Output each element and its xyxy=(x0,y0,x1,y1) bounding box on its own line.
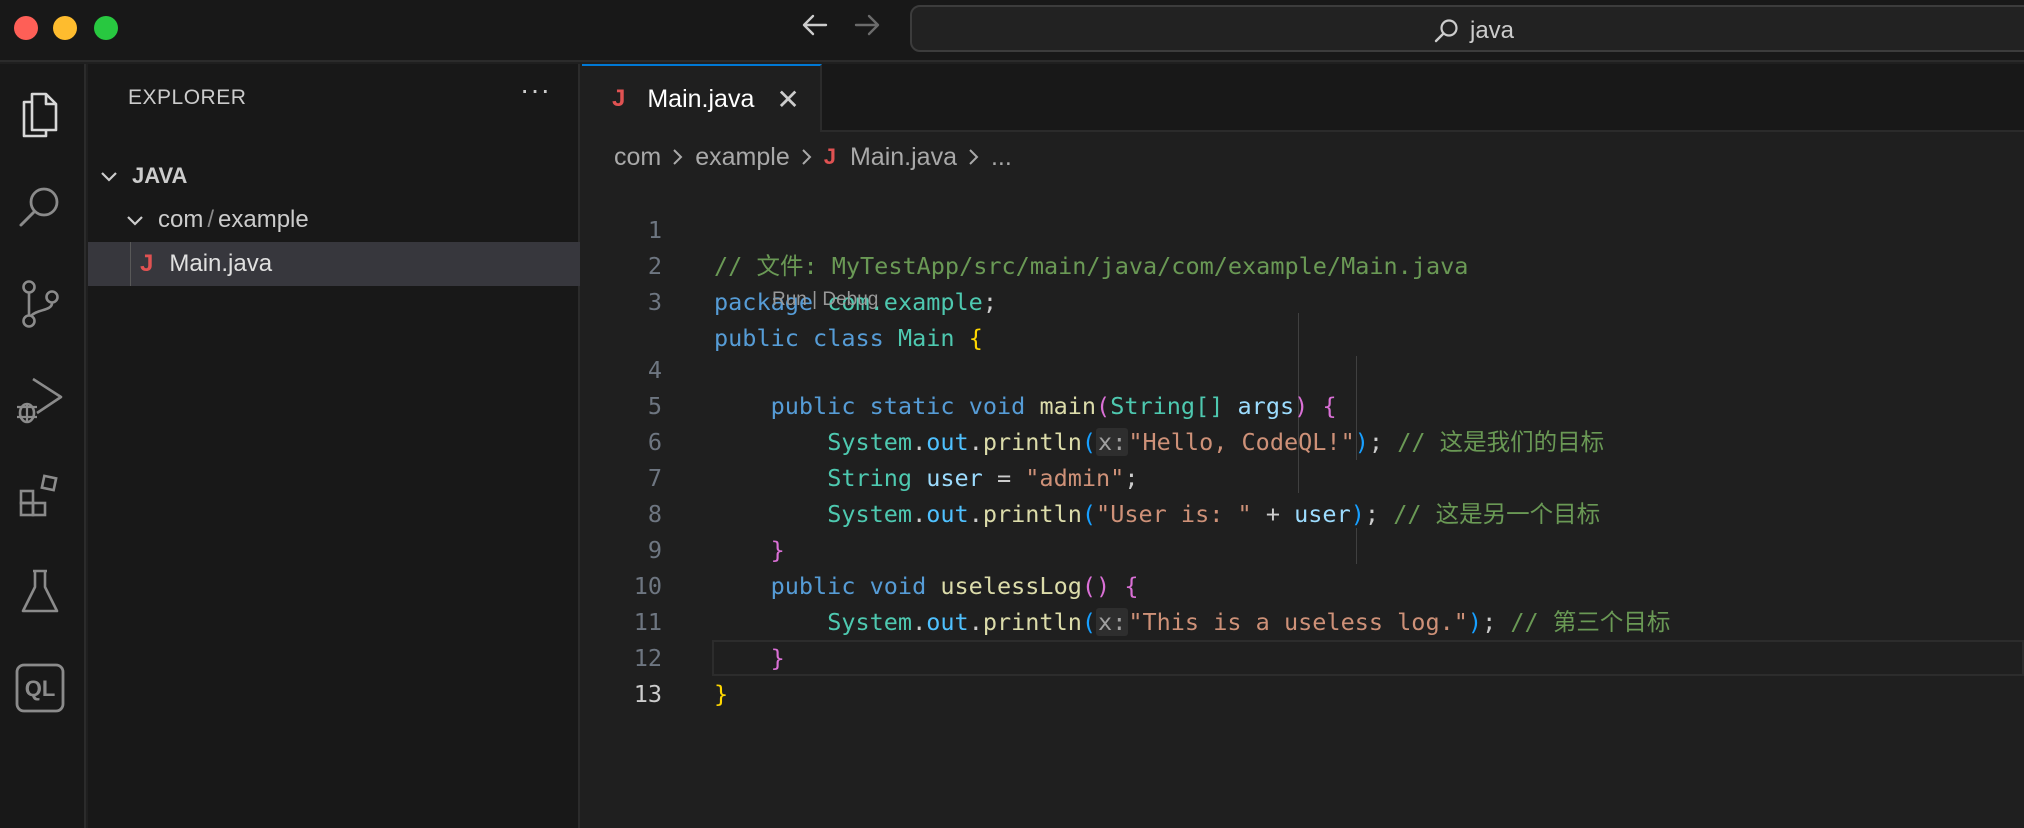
file-label: Main.java xyxy=(169,250,273,277)
activity-explorer[interactable] xyxy=(12,84,68,140)
tree-folder-com-example[interactable]: com / example xyxy=(88,198,580,242)
files-icon xyxy=(22,92,58,138)
flask-icon xyxy=(21,569,59,613)
code-line: 11 } xyxy=(582,568,2024,672)
command-center-text: java xyxy=(1470,17,1515,44)
chevron-right-icon xyxy=(969,149,979,165)
code-line: 9 public void uselessLog() { xyxy=(582,496,2024,600)
activity-testing[interactable] xyxy=(12,564,68,620)
editor-tab-bar: J Main.java ✕ xyxy=(582,64,2024,132)
breadcrumb-item-symbols[interactable]: ... xyxy=(991,143,1012,172)
svg-text:QL: QL xyxy=(25,676,56,701)
chevron-down-icon xyxy=(127,216,143,226)
window-minimize-button[interactable] xyxy=(53,16,77,40)
code-line: 1 // 文件: MyTestApp/src/main/java/com/exa… xyxy=(582,176,2024,280)
window-close-button[interactable] xyxy=(14,16,38,40)
window-maximize-button[interactable] xyxy=(94,16,118,40)
arrow-left-icon xyxy=(802,14,828,36)
tree-root-label: JAVA xyxy=(132,163,188,188)
activity-codeql[interactable]: QL xyxy=(12,660,68,716)
codelens-run-debug[interactable]: Run | Debug xyxy=(772,286,878,314)
code-line: 7 System.out.println("User is: " + user)… xyxy=(582,424,2024,528)
arrow-right-icon xyxy=(854,14,880,36)
code-line: 2 package com.example; xyxy=(582,212,2024,316)
run-debug-icon xyxy=(17,377,63,424)
code-line: 10 System.out.println(x:"This is a usele… xyxy=(582,532,2024,636)
code-line: 3 public class Main { xyxy=(582,248,2024,352)
sidebar-title: EXPLORER xyxy=(128,86,247,109)
code-line: 6 String user = "admin"; xyxy=(582,388,2024,492)
more-actions-button[interactable]: ··· xyxy=(520,74,551,106)
folder-label: com / example xyxy=(158,206,309,234)
code-brace: } xyxy=(714,680,729,708)
source-control-icon xyxy=(22,280,59,328)
navigate-back-button[interactable] xyxy=(800,10,830,47)
breadcrumb: com example J Main.java ... xyxy=(614,140,1012,174)
code-line: 5 System.out.println(x:"Hello, CodeQL!")… xyxy=(582,352,2024,456)
code-line: 8 } xyxy=(582,460,2024,564)
tree-root-java[interactable]: JAVA xyxy=(88,154,580,198)
chevron-down-icon xyxy=(101,172,117,182)
breadcrumb-item-example[interactable]: example xyxy=(695,143,790,172)
extensions-icon xyxy=(19,474,58,517)
tree-file-main-java[interactable]: J Main.java xyxy=(88,242,580,286)
code-punct: ; xyxy=(982,288,997,316)
command-center-search[interactable]: java xyxy=(910,5,2024,52)
chevron-right-icon xyxy=(673,149,683,165)
code-line: 13 xyxy=(582,640,2024,708)
breadcrumb-item-com[interactable]: com xyxy=(614,143,661,172)
java-file-icon: J xyxy=(140,250,154,277)
code-line: 4 public static void main(String[] args)… xyxy=(582,316,2024,420)
tab-main-java[interactable]: J Main.java ✕ xyxy=(582,64,822,132)
search-icon xyxy=(19,187,59,227)
folder-label-part: example xyxy=(218,206,309,233)
line-number: 13 xyxy=(633,680,662,708)
breadcrumb-item-file[interactable]: Main.java xyxy=(850,143,957,172)
search-icon xyxy=(1434,19,1458,43)
java-file-icon: J xyxy=(823,144,836,169)
title-bar: java xyxy=(0,0,2024,62)
code-editor[interactable]: 1 // 文件: MyTestApp/src/main/java/com/exa… xyxy=(582,176,2024,828)
indent-guide xyxy=(130,242,131,286)
code-line: 12 } xyxy=(582,604,2024,708)
chevron-right-icon xyxy=(802,149,812,165)
activity-source-control[interactable] xyxy=(12,276,68,332)
navigate-forward-button[interactable] xyxy=(852,10,882,47)
activity-extensions[interactable] xyxy=(12,468,68,524)
activity-run-debug[interactable] xyxy=(12,372,68,428)
line-number: 3 xyxy=(647,288,662,316)
close-tab-button[interactable]: ✕ xyxy=(776,83,799,116)
explorer-sidebar: EXPLORER ··· JAVA com / example J Main.jav… xyxy=(88,64,580,828)
activity-search[interactable] xyxy=(12,180,68,236)
folder-separator: / xyxy=(207,206,215,233)
codeql-icon: QL xyxy=(15,663,65,713)
activity-bar: QL xyxy=(0,64,86,828)
folder-label-part: com xyxy=(158,206,204,233)
java-file-icon: J xyxy=(612,85,626,112)
tab-label: Main.java xyxy=(647,84,755,113)
